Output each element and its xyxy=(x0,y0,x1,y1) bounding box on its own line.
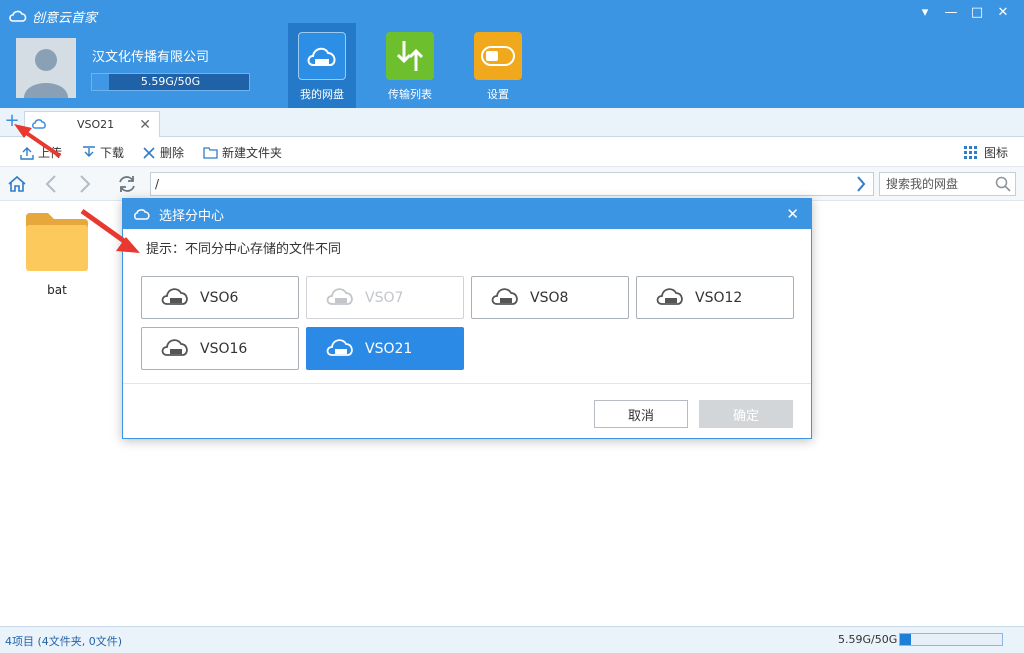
nav-my-drive[interactable]: 我的网盘 xyxy=(288,23,356,108)
grid-view-icon xyxy=(963,145,977,159)
delete-button[interactable]: 删除 xyxy=(142,144,184,161)
window-controls: ▾ — □ ✕ xyxy=(912,2,1016,22)
confirm-button[interactable]: 确定 xyxy=(699,400,793,428)
tab-bar: + VSO21 ✕ xyxy=(0,108,1024,137)
app-title: 创意云首家 xyxy=(32,10,98,26)
center-button-vso6[interactable]: VSO6 xyxy=(141,276,299,319)
dialog-hint: 提示：不同分中心存储的文件不同 xyxy=(146,242,342,257)
toolbar: 上传 下载 删除 新建文件夹 图标 xyxy=(0,137,1024,167)
nav-transfer-list-label: 传输列表 xyxy=(388,88,432,101)
center-button-vso16[interactable]: VSO16 xyxy=(141,327,299,370)
dialog-divider xyxy=(123,383,811,384)
center-label: VSO8 xyxy=(530,289,569,306)
status-quota-bar xyxy=(899,633,1003,646)
company-name: 汉文化传播有限公司 xyxy=(92,50,210,65)
transfer-icon xyxy=(386,32,434,80)
nav-settings-label: 设置 xyxy=(487,88,509,101)
nav-transfer-list[interactable]: 传输列表 xyxy=(376,23,444,108)
annotation-arrow-top xyxy=(14,124,62,158)
search-icon[interactable] xyxy=(995,176,1011,199)
center-button-vso8[interactable]: VSO8 xyxy=(471,276,629,319)
delete-label: 删除 xyxy=(160,146,185,160)
center-label: VSO7 xyxy=(365,289,404,306)
cloud-drive-icon xyxy=(325,285,355,311)
close-window-button[interactable]: ✕ xyxy=(990,2,1016,22)
quota-text: 5.59G/50G xyxy=(140,75,201,88)
avatar[interactable] xyxy=(16,38,76,98)
dialog-title: 选择分中心 xyxy=(159,208,225,224)
minimize-button[interactable]: — xyxy=(938,2,964,22)
maximize-button[interactable]: □ xyxy=(964,2,990,22)
dialog-titlebar: 选择分中心 xyxy=(123,199,811,229)
home-icon[interactable] xyxy=(6,174,28,194)
go-arrow-icon[interactable] xyxy=(850,174,872,194)
search-placeholder: 搜索我的网盘 xyxy=(886,177,959,191)
cloud-drive-icon xyxy=(490,285,520,311)
center-button-vso12[interactable]: VSO12 xyxy=(636,276,794,319)
app-logo: 创意云首家 xyxy=(8,6,97,26)
search-input[interactable]: 搜索我的网盘 xyxy=(879,172,1016,196)
status-quota-fill xyxy=(900,634,912,645)
cancel-button[interactable]: 取消 xyxy=(594,400,688,428)
center-button-vso21[interactable]: VSO21 xyxy=(306,327,464,370)
view-mode-button[interactable]: 图标 xyxy=(963,144,1008,161)
nav-my-drive-label: 我的网盘 xyxy=(300,88,344,101)
center-label: VSO21 xyxy=(365,340,413,357)
cloud-drive-icon xyxy=(655,285,685,311)
nav-settings[interactable]: 设置 xyxy=(464,23,532,108)
center-label: VSO6 xyxy=(200,289,239,306)
select-center-dialog: 选择分中心 ✕ 提示：不同分中心存储的文件不同 VSO6 VSO7 VSO8 VSO1… xyxy=(122,198,812,439)
center-label: VSO12 xyxy=(695,289,743,306)
new-folder-button[interactable]: 新建文件夹 xyxy=(203,144,282,161)
cloud-drive-icon xyxy=(298,32,346,80)
tab-close-icon[interactable]: ✕ xyxy=(139,117,151,133)
view-mode-label: 图标 xyxy=(983,146,1008,160)
back-icon[interactable] xyxy=(40,174,62,194)
refresh-icon[interactable] xyxy=(116,174,138,194)
new-folder-label: 新建文件夹 xyxy=(222,146,283,160)
forward-icon[interactable] xyxy=(74,174,96,194)
app-header: 创意云首家 ▾ — □ ✕ 汉文化传播有限公司 5.59G/50G 我的网盘 传… xyxy=(0,0,1024,108)
cloud-drive-icon xyxy=(160,285,190,311)
quota-bar: 5.59G/50G xyxy=(91,73,250,91)
cloud-drive-icon xyxy=(160,336,190,362)
dialog-close-icon[interactable]: ✕ xyxy=(786,205,799,223)
download-icon xyxy=(83,145,95,157)
cloud-logo-icon xyxy=(9,10,27,22)
settings-toggle-icon xyxy=(474,32,522,80)
status-summary: 4项目 (4文件夹, 0文件) xyxy=(5,635,123,648)
cloud-drive-icon xyxy=(325,336,355,362)
center-label: VSO16 xyxy=(200,340,248,357)
delete-icon xyxy=(143,146,155,159)
status-bar: 4项目 (4文件夹, 0文件) 5.59G/50G xyxy=(0,626,1024,653)
file-name: bat xyxy=(47,283,67,297)
folder-icon xyxy=(203,147,218,159)
tab-label: VSO21 xyxy=(77,118,115,131)
path-input[interactable]: / xyxy=(150,172,874,196)
center-button-vso7[interactable]: VSO7 xyxy=(306,276,464,319)
address-bar: / 搜索我的网盘 xyxy=(0,167,1024,201)
user-icon xyxy=(24,49,68,98)
menu-dropdown-button[interactable]: ▾ xyxy=(912,2,938,22)
download-button[interactable]: 下载 xyxy=(82,144,124,161)
annotation-arrow-dialog xyxy=(80,208,140,253)
status-quota-text: 5.59G/50G xyxy=(838,633,898,646)
download-label: 下载 xyxy=(100,146,125,160)
